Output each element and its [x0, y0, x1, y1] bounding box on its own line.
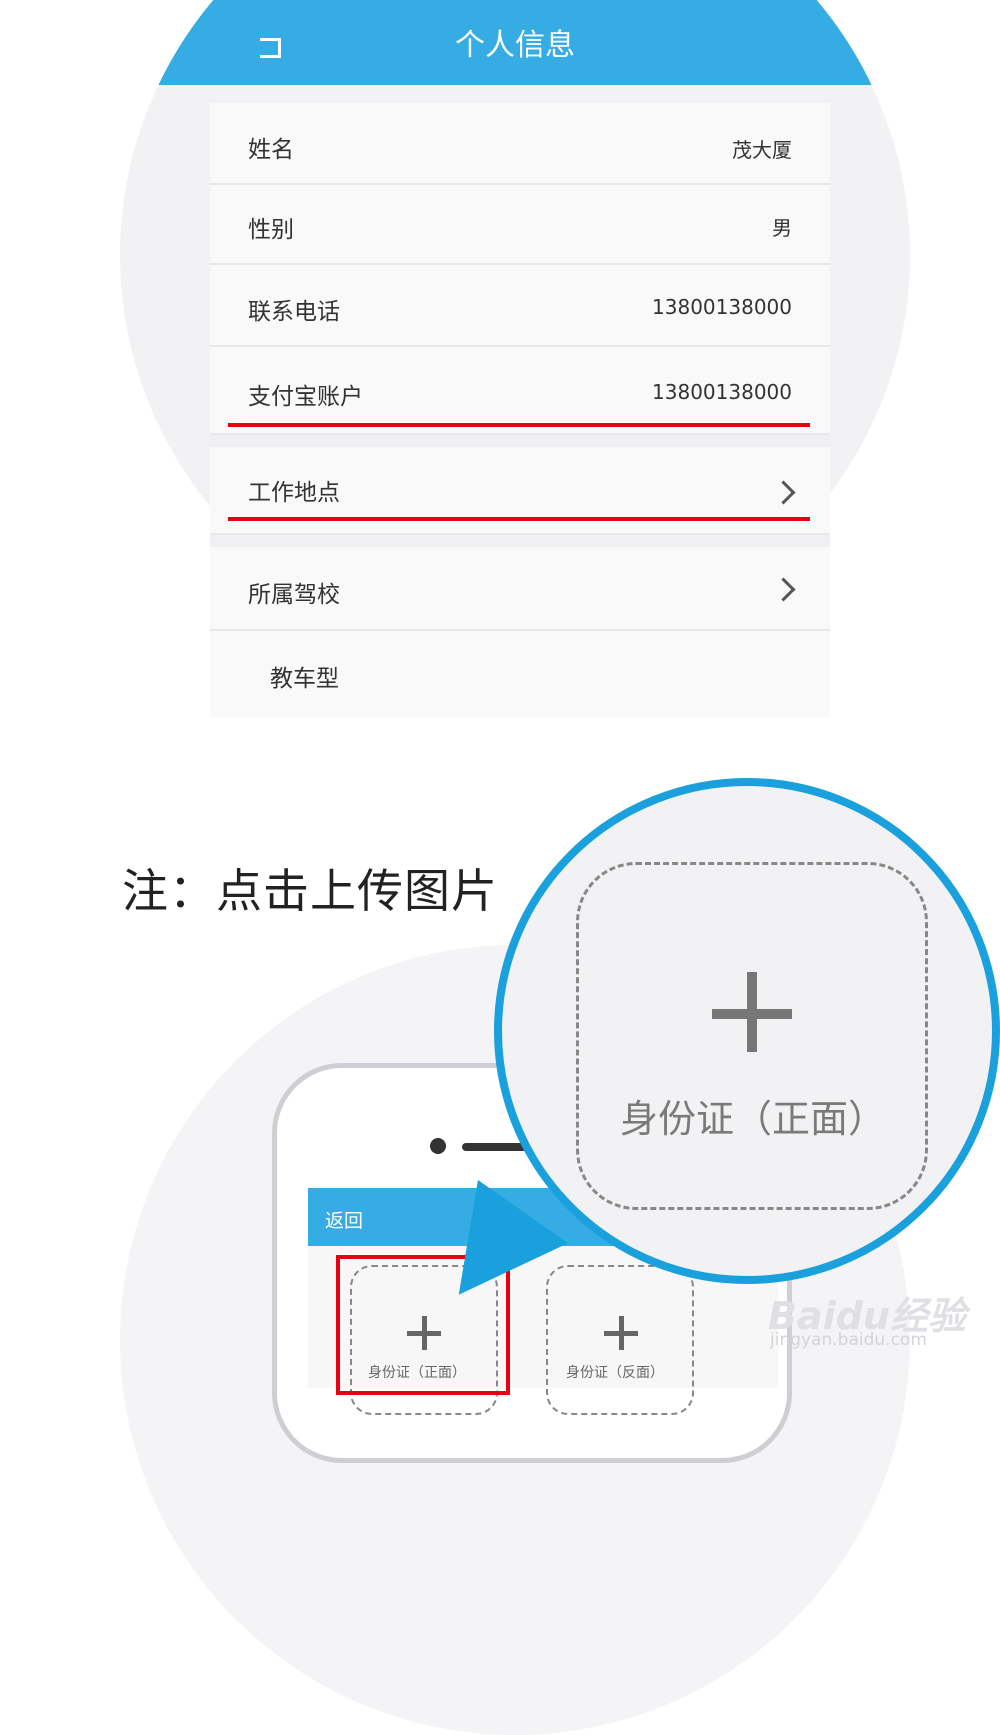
upload-label: 身份证（反面）	[566, 1365, 664, 1381]
highlight-underline	[228, 423, 810, 427]
row-value: 13800138000	[652, 295, 792, 319]
instruction-note: 注：点击上传图片	[122, 864, 498, 918]
highlight-underline	[228, 517, 810, 521]
row-label: 姓名	[248, 137, 294, 163]
row-label: 工作地点	[248, 480, 340, 506]
row-phone[interactable]: 联系电话 13800138000	[210, 265, 830, 347]
upload-label-zoomed: 身份证（正面）	[620, 1097, 887, 1141]
watermark-url: jingyan.baidu.com	[770, 1330, 927, 1350]
row-gender[interactable]: 性别 男	[210, 185, 830, 265]
header-bar: 个人信息	[120, 0, 910, 85]
plus-icon	[619, 1316, 624, 1350]
row-label: 教车型	[270, 666, 339, 692]
row-label: 支付宝账户	[248, 384, 363, 410]
row-label: 所属驾校	[248, 582, 340, 608]
plus-icon	[747, 972, 757, 1052]
back-button[interactable]: 返回	[325, 1206, 363, 1233]
section-gap	[210, 435, 830, 447]
row-value: 男	[772, 216, 792, 240]
row-label: 性别	[248, 217, 294, 243]
row-value: 茂大厦	[732, 138, 792, 162]
phone-camera	[430, 1138, 446, 1154]
row-vehicle-type[interactable]: 教车型	[210, 631, 830, 717]
row-driving-school[interactable]: 所属驾校	[210, 547, 830, 631]
row-name[interactable]: 姓名 茂大厦	[210, 103, 830, 185]
row-alipay[interactable]: 支付宝账户 13800138000	[210, 347, 830, 435]
row-work-location[interactable]: 工作地点	[210, 447, 830, 535]
chevron-right-icon	[771, 480, 796, 505]
page-title: 个人信息	[455, 28, 575, 63]
personal-info-list: 姓名 茂大厦 性别 男 联系电话 13800138000 支付宝账户 13800…	[210, 103, 830, 717]
chevron-right-icon	[771, 577, 796, 602]
section-gap	[210, 535, 830, 547]
row-value: 13800138000	[652, 380, 792, 404]
row-label: 联系电话	[248, 299, 340, 325]
